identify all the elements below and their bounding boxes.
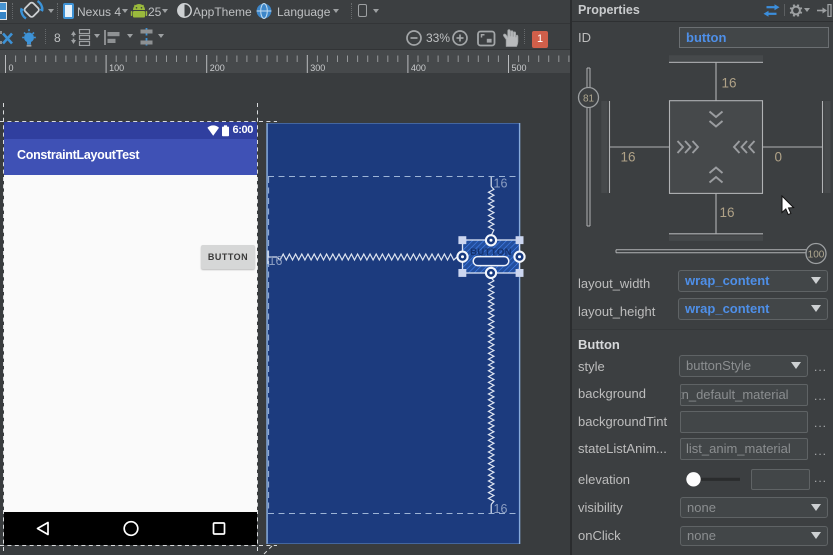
svg-text:81: 81 xyxy=(583,94,595,105)
svg-text:16: 16 xyxy=(494,177,508,191)
svg-text:16: 16 xyxy=(494,502,508,516)
svg-text:16: 16 xyxy=(720,205,735,220)
svg-text:0: 0 xyxy=(775,150,783,165)
svg-text:16: 16 xyxy=(269,254,283,268)
svg-text:100: 100 xyxy=(808,250,825,261)
svg-text:16: 16 xyxy=(722,76,737,91)
svg-text:16: 16 xyxy=(621,150,636,165)
